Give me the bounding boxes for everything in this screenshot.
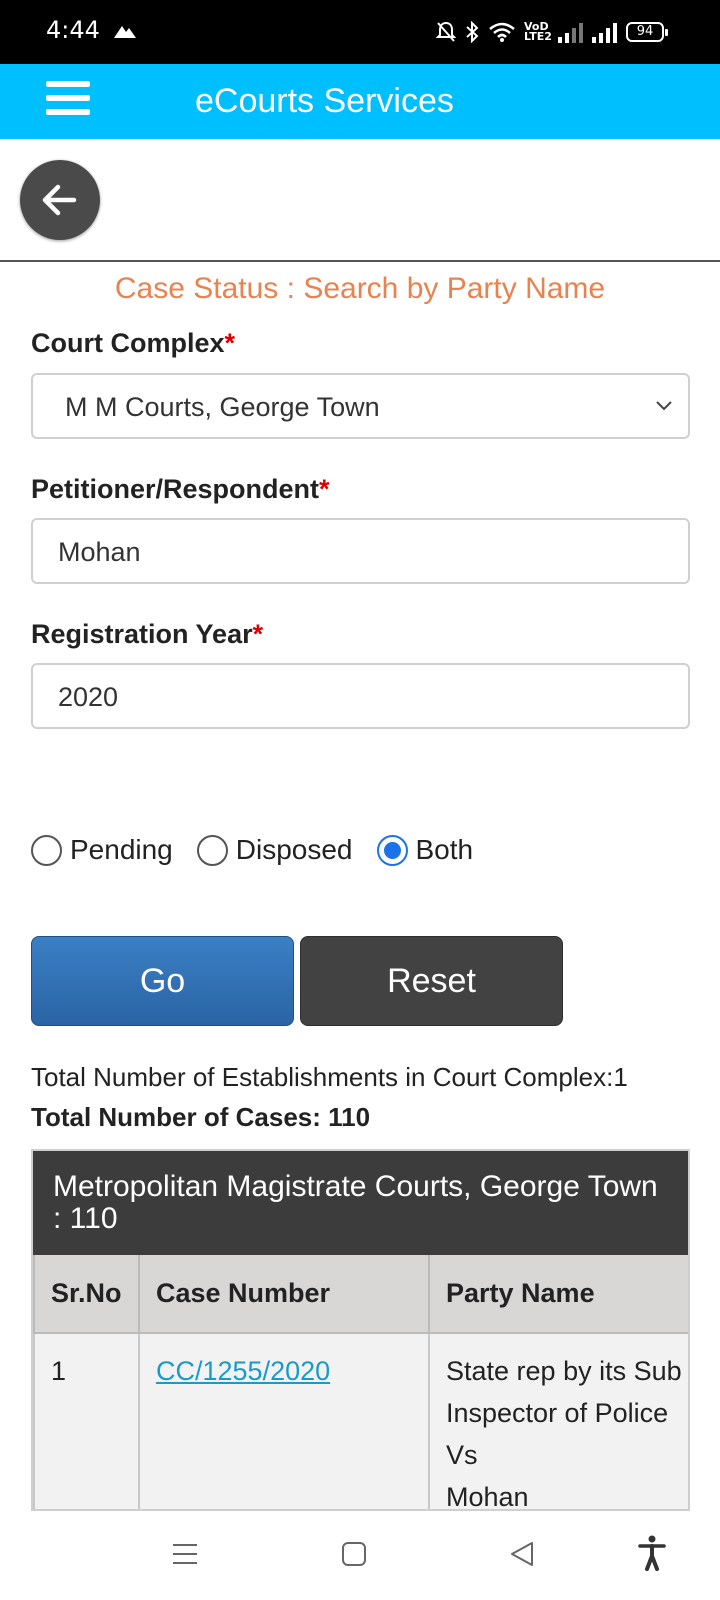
radio-pending-label: Pending [70,834,173,865]
page-title: Case Status : Search by Party Name [114,272,606,305]
back-button[interactable] [20,160,100,240]
registration-year-input[interactable]: 2020 [31,663,690,729]
system-nav-bar [0,1511,720,1600]
cell-sr-no: 1 [33,1332,140,1509]
court-complex-label: Court Complex* [31,328,236,358]
menu-icon[interactable] [172,1541,198,1567]
required-mark: * [224,328,236,358]
table-header-row: Sr.No Case Number Party Name [33,1255,688,1334]
signal-strength-icon [558,23,583,43]
radio-disposed-label: Disposed [235,834,353,865]
battery-icon: 94 [626,22,668,42]
radio-pending-circle[interactable] [31,834,62,866]
court-complex-value: M M Courts, George Town [65,392,380,422]
required-mark: * [319,474,330,504]
column-header-case-number: Case Number [138,1255,430,1334]
column-header-sr-no: Sr.No [33,1255,140,1334]
party-name-value: Mohan [58,537,141,567]
bluetooth-icon [466,21,479,43]
party-line: Vs [446,1440,478,1470]
case-number-link[interactable]: CC/1255/2020 [156,1356,330,1386]
radio-both-circle[interactable] [376,834,408,866]
column-header-party-name: Party Name [428,1255,688,1334]
signal-strength-icon-2 [592,23,617,43]
court-complex-select[interactable]: M M Courts, George Town [31,373,690,439]
radio-both[interactable]: Both [376,834,474,866]
mountain-icon [114,26,136,38]
app-title: eCourts Services [195,82,454,120]
radio-both-label: Both [415,834,474,865]
party-name-label: Petitioner/Respondent* [31,474,330,504]
chevron-down-icon [656,401,672,411]
radio-disposed-circle[interactable] [196,834,228,866]
dnd-bell-icon [436,21,456,42]
home-square-icon[interactable] [341,1541,367,1567]
status-bar: 4:44 VoD LTE2 94 [0,0,720,64]
status-time: 4:44 [46,16,100,44]
reset-button[interactable]: Reset [300,936,563,1026]
menu-icon[interactable] [46,81,90,119]
establishment-heading[interactable]: Metropolitan Magistrate Courts, George T… [33,1151,688,1255]
radio-disposed[interactable]: Disposed [196,834,353,866]
accessibility-icon[interactable] [638,1535,666,1571]
cell-case-number: CC/1255/2020 [138,1332,430,1509]
cell-party-name: State rep by its Sub Inspector of Police… [428,1332,688,1511]
back-triangle-icon[interactable] [509,1541,535,1567]
status-icons: VoD LTE2 94 [436,18,668,46]
app-bar: eCourts Services [0,64,720,139]
party-line: Inspector of Police [446,1398,669,1428]
establishments-count: Total Number of Establishments in Court … [31,1062,628,1092]
results-panel: Metropolitan Magistrate Courts, George T… [31,1149,690,1511]
go-button[interactable]: Go [31,936,294,1026]
radio-pending[interactable]: Pending [31,834,173,866]
back-row [0,139,720,262]
required-mark: * [252,619,264,649]
case-status-radio-group: Pending Disposed Both [31,830,497,870]
table-row: 1 CC/1255/2020 State rep by its Sub Insp… [33,1332,688,1511]
network-type-label: VoD LTE2 [524,20,552,43]
party-line: State rep by its Sub [446,1356,682,1386]
registration-year-label: Registration Year* [31,619,264,649]
party-line: Mohan [446,1482,529,1511]
arrow-left-icon [42,184,77,216]
registration-year-value: 2020 [58,682,119,712]
total-cases-count: Total Number of Cases: 110 [31,1102,371,1132]
party-name-input[interactable]: Mohan [31,518,690,584]
wifi-icon [489,22,515,42]
results-table: Sr.No Case Number Party Name 1 CC/1255/2… [33,1255,688,1511]
